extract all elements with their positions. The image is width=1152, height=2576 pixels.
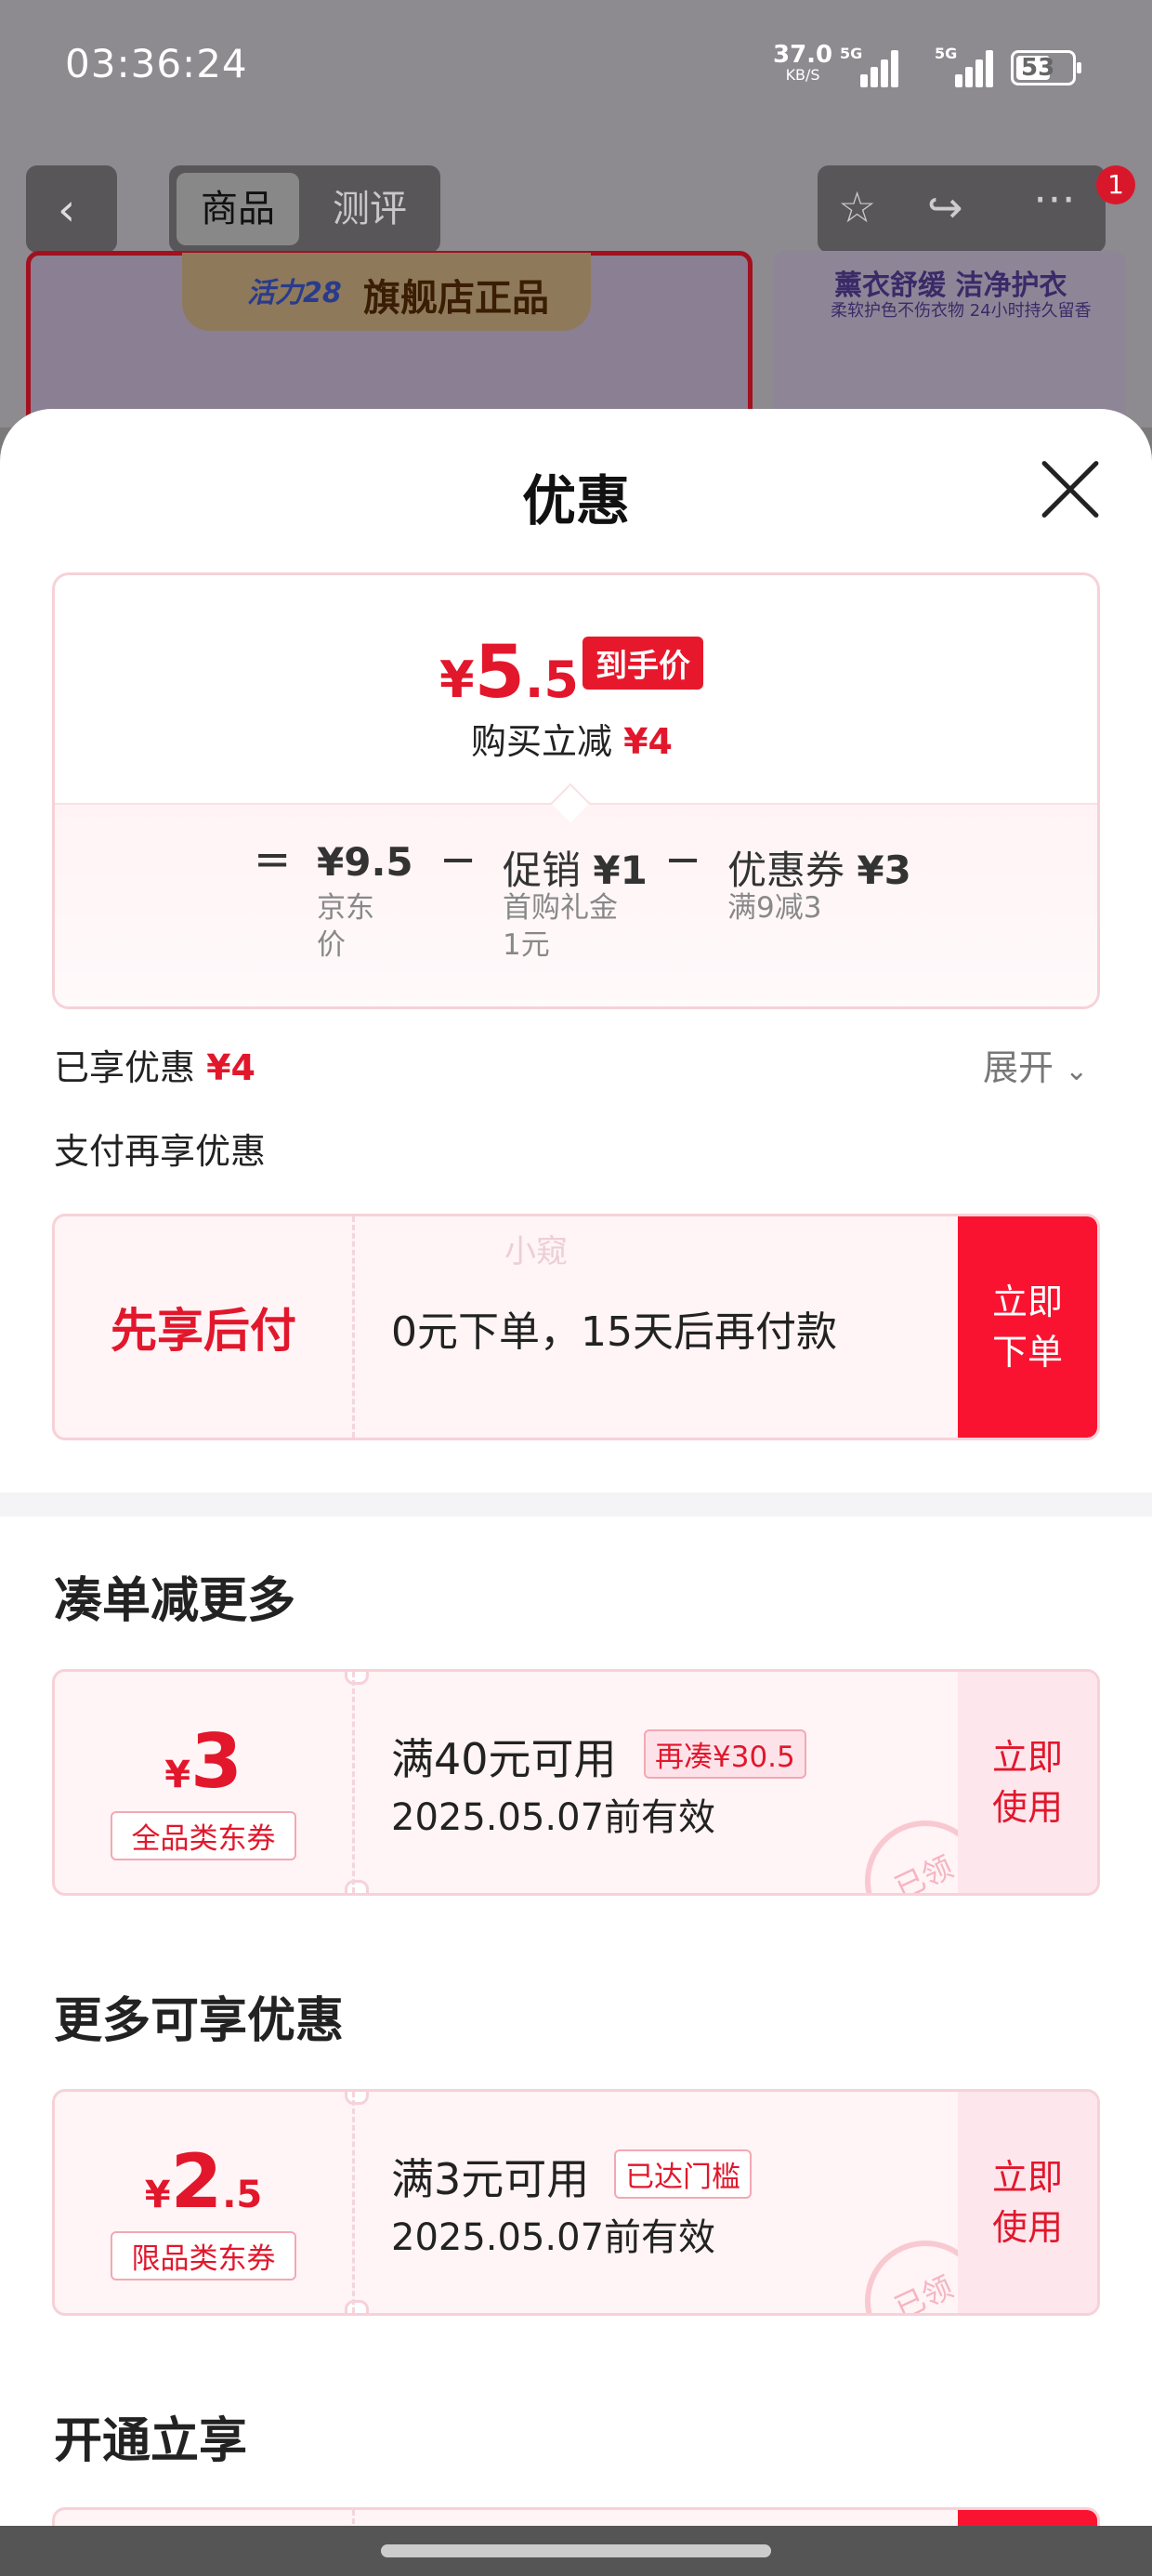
- minus-sign-1: −: [439, 834, 478, 886]
- instant-reduction-label: 购买立减: [471, 721, 613, 762]
- order-now-label: 立即下单: [991, 1281, 1063, 1373]
- notification-badge: 1: [1096, 165, 1135, 204]
- network-speed: 37.0 KB/S: [773, 43, 832, 85]
- coupon-amount: 优惠券 ¥3: [727, 848, 911, 893]
- product-page-background: 03:36:24 37.0 KB/S 5G 5G 53 ‹ 商品 测评 ☆ ↪ …: [0, 0, 1152, 437]
- back-button[interactable]: ‹: [26, 165, 117, 253]
- sheet-title: 优惠: [521, 469, 630, 532]
- signal-icon-1: 5G: [840, 45, 898, 87]
- pay-more-discount-label: 支付再享优惠: [54, 1131, 267, 1172]
- flagship-banner-text: 旗舰店正品: [363, 277, 549, 320]
- home-indicator[interactable]: [0, 2526, 1152, 2576]
- section-activate: 开通立享: [54, 2413, 248, 2469]
- close-icon[interactable]: [1039, 457, 1102, 520]
- pay-later-title: 先享后付: [111, 1304, 296, 1358]
- enjoyed-discount: 已享优惠 ¥4: [54, 1039, 255, 1090]
- status-time: 03:36:24: [65, 41, 248, 86]
- discount-sheet: 优惠 ¥5.5 到手价 购买立减 ¥4 = ¥9.5 京东价 − 促销 ¥1 首…: [0, 409, 1152, 2576]
- coupon-1-expiry: 2025.05.07前有效: [391, 1796, 716, 1839]
- jd-price-label: 京东价: [317, 891, 374, 962]
- signal-2-label: 5G: [935, 45, 958, 62]
- watermark: 小窥: [504, 1233, 568, 1270]
- coupon-1-tag: 再凑¥30.5: [644, 1729, 806, 1779]
- use-coupon-1-label: 立即使用: [991, 1737, 1063, 1828]
- use-coupon-2-label: 立即使用: [991, 2157, 1063, 2248]
- product-image-2-subtitle: 柔软护色不伤衣物 24小时持久留香: [831, 301, 1092, 321]
- chevron-left-icon: ‹: [58, 184, 76, 236]
- instant-reduction-amount: ¥4: [623, 721, 673, 762]
- final-price-currency: ¥: [439, 651, 475, 709]
- star-icon[interactable]: ☆: [838, 182, 876, 232]
- final-price-tag: 到手价: [583, 637, 703, 690]
- section-more-discounts: 更多可享优惠: [54, 1993, 345, 2049]
- promo-amount: 促销 ¥1: [503, 848, 648, 893]
- minus-sign-2: −: [664, 834, 702, 886]
- action-bar: ☆ ↪ ⋯: [818, 165, 1106, 253]
- pay-later-card[interactable]: 先享后付 小窥 0元下单，15天后再付款 立即下单: [52, 1214, 1100, 1440]
- signal-icon-2: 5G: [935, 45, 993, 87]
- coupon-detail: 满9减3: [727, 891, 822, 925]
- coupon-2-tag: 已达门槛: [614, 2149, 752, 2199]
- section-separator: [0, 1492, 1152, 1517]
- expand-toggle[interactable]: 展开 ⌄: [983, 1039, 1088, 1090]
- equals-sign: =: [254, 834, 292, 886]
- coupon-1-condition: 满40元可用: [391, 1734, 617, 1784]
- jd-price-amount: ¥9.5: [317, 839, 413, 885]
- coupon-card-2[interactable]: ¥2.5 限品类东券 满3元可用 已达门槛 2025.05.07前有效 已领 立…: [52, 2089, 1100, 2316]
- use-coupon-2-button[interactable]: 立即使用: [958, 2092, 1097, 2313]
- coupon-2-expiry: 2025.05.07前有效: [391, 2216, 716, 2259]
- signal-1-label: 5G: [840, 45, 863, 62]
- pay-later-desc: 0元下单，15天后再付款: [391, 1308, 837, 1356]
- section-bundle-discount: 凑单减更多: [54, 1573, 296, 1629]
- enjoyed-discount-label: 已享优惠: [54, 1047, 196, 1088]
- share-icon[interactable]: ↪: [927, 182, 963, 232]
- instant-reduction: 购买立减 ¥4: [471, 713, 673, 764]
- battery-level: 53: [1021, 54, 1055, 82]
- brand-logo: 活力28: [247, 277, 342, 309]
- more-icon[interactable]: ⋯: [1033, 173, 1076, 223]
- coupon-2-type: 限品类东券: [111, 2231, 296, 2280]
- coupon-2-value: ¥2.5 限品类东券: [55, 2092, 352, 2313]
- promo-detail: 首购礼金 1元: [503, 891, 618, 962]
- chevron-down-icon: ⌄: [1065, 1055, 1089, 1087]
- order-now-button[interactable]: 立即下单: [958, 1216, 1097, 1438]
- status-bar: 03:36:24 37.0 KB/S 5G 5G 53: [0, 0, 1152, 139]
- coupon-2-condition: 满3元可用: [391, 2154, 590, 2204]
- tab-review[interactable]: 测评: [308, 173, 431, 245]
- coupon-1-value: ¥3 全品类东券: [55, 1672, 352, 1893]
- final-price-integer: 5: [474, 631, 525, 715]
- product-tabs: 商品 测评: [169, 165, 440, 253]
- flagship-banner: 活力28 旗舰店正品: [182, 253, 591, 331]
- price-breakdown: ¥5.5 到手价 购买立减 ¥4 = ¥9.5 京东价 − 促销 ¥1 首购礼金…: [52, 572, 1100, 1009]
- coupon-1-type: 全品类东券: [111, 1811, 296, 1860]
- final-price: ¥5.5: [439, 631, 579, 715]
- expand-label: 展开: [983, 1047, 1054, 1088]
- use-coupon-1-button[interactable]: 立即使用: [958, 1672, 1097, 1893]
- final-price-decimal: .5: [524, 651, 579, 709]
- coupon-card-1[interactable]: ¥3 全品类东券 满40元可用 再凑¥30.5 2025.05.07前有效 已领…: [52, 1669, 1100, 1896]
- battery-icon: 53: [1011, 50, 1081, 85]
- enjoyed-discount-amount: ¥4: [206, 1047, 255, 1088]
- tab-product[interactable]: 商品: [177, 173, 299, 245]
